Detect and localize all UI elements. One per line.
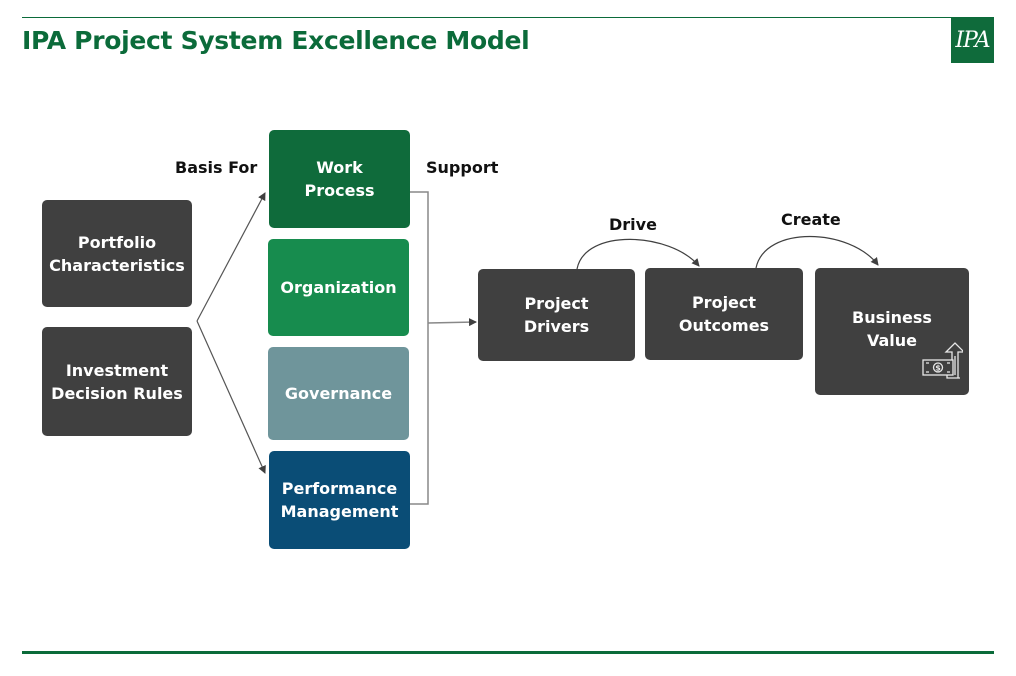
box-label-line: Performance [281,479,398,498]
create-label: Create [781,210,841,229]
portfolio-characteristics-box: Portfolio Characteristics [42,200,192,307]
basis-for-label: Basis For [175,158,258,177]
page-title: IPA Project System Excellence Model [22,26,530,55]
project-outcomes-box: Project Outcomes [645,268,803,360]
box-label-line: Decision Rules [51,383,183,403]
arrow-to-project-drivers [427,318,477,327]
box-label-line: Governance [284,384,393,403]
box-label-line: Project [524,294,589,313]
project-drivers-box: Project Drivers [478,269,635,361]
investment-decision-rules-box: Investment Decision Rules [42,327,192,436]
arrow-to-work-process [196,192,266,322]
arrow-to-performance-management [196,320,266,474]
box-label-line: Value [866,331,917,350]
box-label-line: Work [316,158,363,177]
box-label-line: Characteristics [49,255,185,275]
support-label: Support [426,158,499,177]
drive-arc [576,238,700,270]
box-label-line: Outcomes [678,316,770,335]
organization-box: Organization [268,239,409,336]
ipa-logo: IPA [951,18,994,63]
box-label-line: Organization [280,278,397,297]
drive-label: Drive [609,215,657,234]
box-label-line: Process [304,181,375,200]
governance-box: Governance [268,347,409,440]
top-rule [22,17,994,18]
basis-for-connector [196,192,266,474]
work-process-box: Work Process [269,130,410,228]
box-label-line: Portfolio [77,232,157,252]
support-bracket [409,191,477,505]
money-growth-icon: $ [922,342,963,379]
box-label-line: Drivers [523,317,590,336]
create-arc [755,235,879,269]
box-label-line: Business [852,308,932,327]
box-label-line: Management [280,502,399,521]
box-label-line: Investment [65,360,169,380]
performance-management-box: Performance Management [269,451,410,549]
svg-text:$: $ [935,364,941,373]
bottom-rule [22,651,994,654]
box-label-line: Project [691,293,757,312]
